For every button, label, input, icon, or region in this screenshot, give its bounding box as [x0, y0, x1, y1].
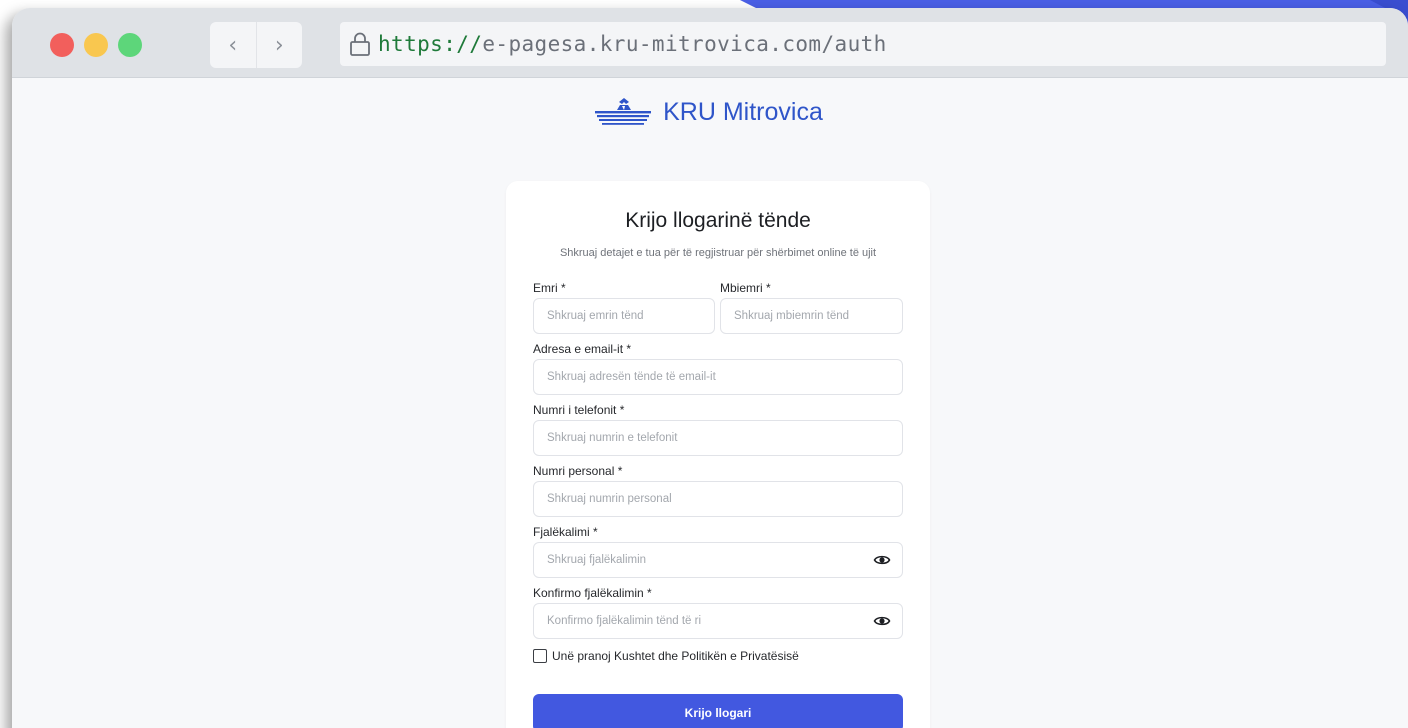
- last-name-label: Mbiemri *: [720, 281, 771, 295]
- minimize-window-dot[interactable]: [84, 33, 108, 57]
- brand-header: KRU Mitrovica: [12, 96, 1408, 128]
- url-scheme: https://: [378, 32, 483, 56]
- eye-icon[interactable]: [873, 612, 891, 630]
- terms-label[interactable]: Unë pranoj Kushtet dhe Politikën e Priva…: [552, 649, 799, 663]
- email-input[interactable]: [533, 359, 903, 395]
- chevron-right-icon: ›: [274, 32, 284, 58]
- personal-number-label: Numri personal *: [533, 464, 623, 478]
- phone-label: Numri i telefonit *: [533, 403, 625, 417]
- confirm-password-label: Konfirmo fjalëkalimin *: [533, 586, 652, 600]
- password-input[interactable]: [533, 542, 903, 578]
- back-button[interactable]: ‹: [210, 22, 256, 68]
- eye-icon[interactable]: [873, 551, 891, 569]
- terms-checkbox[interactable]: [533, 649, 547, 663]
- kru-logo-icon: [595, 98, 652, 125]
- first-name-label: Emri *: [533, 281, 566, 295]
- password-label: Fjalëkalimi *: [533, 525, 598, 539]
- chevron-left-icon: ‹: [228, 32, 238, 58]
- signup-card: Krijo llogarinë tënde Shkruaj detajet e …: [506, 181, 930, 728]
- forward-button[interactable]: ›: [255, 22, 303, 68]
- form-subtitle: Shkruaj detajet e tua për të regjistruar…: [559, 247, 877, 259]
- address-bar[interactable]: https://e-pagesa.kru-mitrovica.com/auth: [340, 22, 1386, 66]
- email-label: Adresa e email-it *: [533, 342, 632, 356]
- browser-window: ‹ › https://e-pagesa.kru-mitrovica.com/a…: [12, 8, 1408, 728]
- page-content: KRU Mitrovica Krijo llogarinë tënde Shkr…: [12, 78, 1408, 728]
- phone-input[interactable]: [533, 420, 903, 456]
- brand-name: KRU Mitrovica: [663, 97, 823, 126]
- create-account-button[interactable]: Krijo llogari: [533, 694, 903, 728]
- close-window-dot[interactable]: [50, 33, 74, 57]
- url-path: e-pagesa.kru-mitrovica.com/auth: [482, 32, 887, 56]
- lock-icon: [350, 32, 370, 56]
- form-title: Krijo llogarinë tënde: [625, 209, 811, 232]
- browser-toolbar: ‹ › https://e-pagesa.kru-mitrovica.com/a…: [12, 8, 1408, 78]
- last-name-input[interactable]: [720, 298, 903, 334]
- maximize-window-dot[interactable]: [118, 33, 142, 57]
- confirm-password-input[interactable]: [533, 603, 903, 639]
- first-name-input[interactable]: [533, 298, 715, 334]
- nav-buttons: ‹ ›: [210, 22, 302, 68]
- personal-number-input[interactable]: [533, 481, 903, 517]
